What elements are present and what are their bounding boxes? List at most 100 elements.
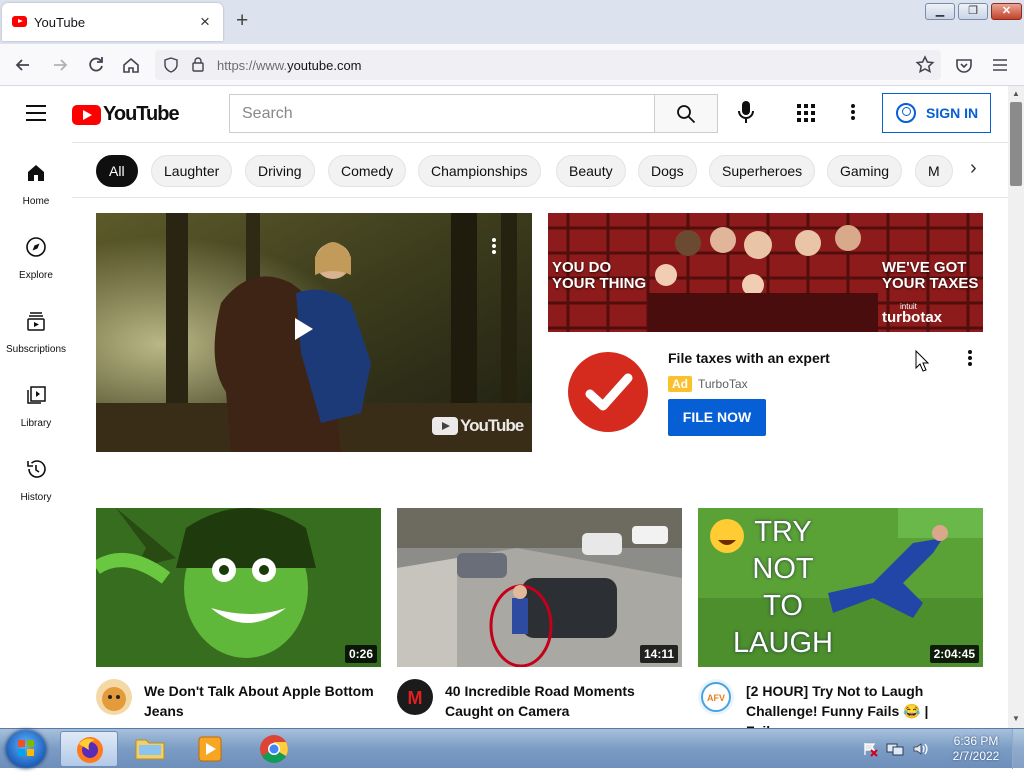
- guide-item-subscriptions[interactable]: Subscriptions: [0, 310, 72, 357]
- reload-icon[interactable]: [85, 54, 107, 76]
- guide-item-home[interactable]: Home: [0, 162, 72, 209]
- folder-icon: [135, 739, 165, 760]
- chip-more-cut-off[interactable]: M: [915, 155, 953, 187]
- compass-icon: [26, 237, 46, 257]
- guide-item-history[interactable]: History: [0, 458, 72, 505]
- forward-icon[interactable]: [49, 54, 71, 76]
- scroll-down-icon[interactable]: ▼: [1012, 714, 1020, 723]
- media-player-icon: [198, 736, 222, 762]
- video-thumbnail[interactable]: 14:11: [397, 508, 682, 667]
- chip-laughter[interactable]: Laughter: [151, 155, 233, 187]
- logo-text: YouTube: [103, 103, 180, 125]
- search-box: [229, 94, 655, 133]
- ad-badge: Ad: [668, 376, 692, 392]
- youtube-watermark: YouTube: [432, 416, 524, 436]
- menu-icon[interactable]: [989, 54, 1011, 76]
- history-icon: [27, 460, 46, 478]
- lock-icon[interactable]: [191, 56, 205, 73]
- volume-icon[interactable]: [912, 741, 928, 757]
- account-icon: [896, 103, 916, 123]
- video-duration: 0:26: [344, 645, 377, 663]
- guide-item-explore[interactable]: Explore: [0, 236, 72, 283]
- microphone-icon[interactable]: [733, 97, 759, 127]
- chip-comedy[interactable]: Comedy: [328, 155, 407, 187]
- svg-text:AFV: AFV: [707, 693, 725, 703]
- taskbar-explorer[interactable]: [121, 731, 179, 767]
- window-close-button[interactable]: ✕: [991, 3, 1022, 20]
- channel-avatar[interactable]: M: [397, 679, 433, 715]
- url-text[interactable]: https://www.youtube.com: [217, 58, 362, 73]
- taskbar-firefox[interactable]: [60, 731, 118, 767]
- tab-title: YouTube: [34, 15, 86, 30]
- guide-item-library[interactable]: Library: [0, 384, 72, 431]
- search-button[interactable]: [654, 94, 718, 133]
- home-browser-icon[interactable]: [120, 54, 142, 76]
- video-title[interactable]: We Don't Talk About Apple Bottom Jeans: [144, 681, 376, 721]
- video-card[interactable]: TRY NOT TO LAUGH 2:04:45 AFV [2 HOUR] Tr…: [698, 508, 983, 739]
- firefox-icon: [77, 737, 103, 763]
- sign-in-button[interactable]: SIGN IN: [882, 93, 991, 133]
- pocket-icon[interactable]: [953, 54, 975, 76]
- shield-icon[interactable]: [163, 57, 179, 73]
- chip-gaming[interactable]: Gaming: [827, 155, 903, 187]
- channel-avatar[interactable]: [96, 679, 132, 715]
- ad-banner-image[interactable]: YOU DO YOUR THING WE'VE GOT YOUR TAXES i…: [548, 213, 983, 332]
- video-duration: 2:04:45: [929, 645, 979, 663]
- channel-avatar[interactable]: AFV: [698, 679, 734, 715]
- action-center-flag-icon[interactable]: [862, 741, 878, 757]
- featured-video-player[interactable]: YouTube: [96, 213, 532, 452]
- chip-dogs[interactable]: Dogs: [638, 155, 697, 187]
- show-desktop-button[interactable]: [1012, 729, 1024, 769]
- turbotax-banner-logo: intuit turbotax: [882, 302, 942, 326]
- mini-guide: Home Explore Subscriptions Library Histo…: [0, 142, 72, 728]
- apps-grid-icon[interactable]: [797, 104, 815, 122]
- video-card[interactable]: 0:26 We Don't Talk About Apple Bottom Je…: [96, 508, 381, 727]
- youtube-masthead: YouTube SIGN IN: [0, 86, 1008, 142]
- filter-chip-bar: All Laughter Driving Comedy Championship…: [72, 142, 1008, 198]
- video-more-icon[interactable]: [492, 238, 496, 256]
- bookmark-star-icon[interactable]: [914, 54, 936, 76]
- chip-driving[interactable]: Driving: [245, 155, 315, 187]
- settings-more-icon[interactable]: [851, 104, 855, 122]
- thumbnail-image: [397, 508, 682, 667]
- tab-close-icon[interactable]: ×: [200, 12, 210, 32]
- guide-menu-icon[interactable]: [26, 105, 46, 121]
- video-thumbnail[interactable]: 0:26: [96, 508, 381, 667]
- mouse-cursor-icon: [915, 350, 929, 372]
- video-card[interactable]: 14:11 M 40 Incredible Road Moments Caugh…: [397, 508, 682, 727]
- search-input[interactable]: [230, 95, 655, 132]
- library-icon: [27, 386, 46, 404]
- start-button[interactable]: [6, 730, 46, 768]
- chip-all[interactable]: All: [96, 155, 138, 187]
- youtube-logo[interactable]: YouTube: [72, 103, 180, 126]
- video-title[interactable]: 40 Incredible Road Moments Caught on Cam…: [445, 681, 677, 721]
- address-bar[interactable]: https://www.youtube.com: [155, 50, 941, 80]
- chevron-right-icon[interactable]: ›: [970, 157, 977, 180]
- turbotax-logo[interactable]: [568, 352, 648, 432]
- subscriptions-icon: [27, 312, 45, 331]
- guide-label: Subscriptions: [5, 344, 67, 355]
- back-icon[interactable]: [12, 54, 34, 76]
- file-now-button[interactable]: FILE NOW: [668, 399, 766, 436]
- ad-title[interactable]: File taxes with an expert: [668, 350, 830, 366]
- chip-superheroes[interactable]: Superheroes: [709, 155, 816, 187]
- new-tab-button[interactable]: +: [236, 9, 248, 33]
- scroll-up-icon[interactable]: ▲: [1012, 89, 1020, 98]
- home-icon: [28, 165, 44, 181]
- ad-more-icon[interactable]: [968, 350, 972, 368]
- taskbar-clock[interactable]: 6:36 PM 2/7/2022: [946, 734, 1006, 764]
- taskbar-media-player[interactable]: [182, 731, 240, 767]
- scrollbar-thumb[interactable]: [1010, 102, 1022, 186]
- restore-button[interactable]: ❐: [958, 3, 988, 20]
- browser-tab-youtube[interactable]: YouTube ×: [2, 3, 223, 41]
- chip-beauty[interactable]: Beauty: [556, 155, 626, 187]
- network-icon[interactable]: [886, 741, 904, 757]
- minimize-button[interactable]: ▁: [925, 3, 955, 20]
- guide-label: History: [20, 492, 52, 503]
- video-thumbnail[interactable]: TRY NOT TO LAUGH 2:04:45: [698, 508, 983, 667]
- browser-toolbar: https://www.youtube.com: [0, 44, 1024, 86]
- play-icon[interactable]: [295, 318, 313, 340]
- taskbar-chrome[interactable]: [245, 731, 303, 767]
- page-scrollbar[interactable]: ▲ ▼: [1008, 86, 1024, 728]
- chip-championships[interactable]: Championships: [418, 155, 541, 187]
